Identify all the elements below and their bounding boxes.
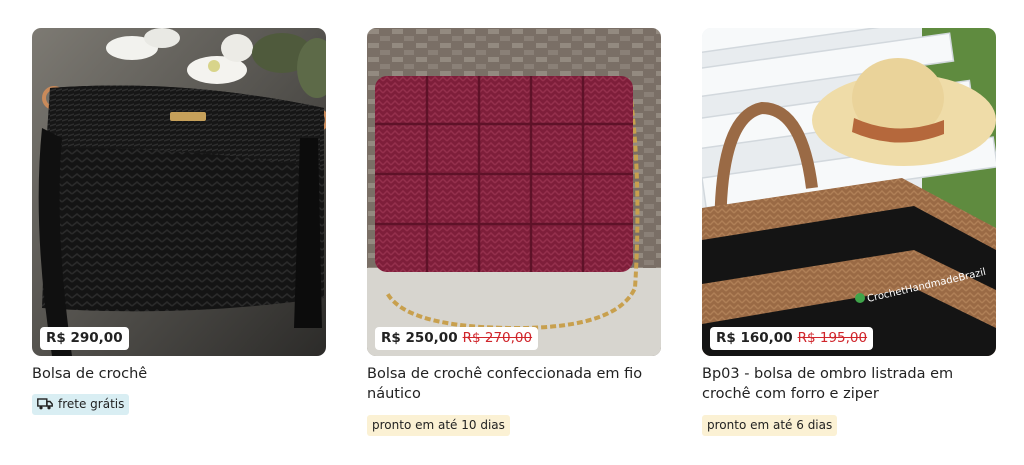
product-image-black-crochet-bag[interactable]: R$ 290,00 (32, 28, 326, 356)
price-tag: R$ 160,00 R$ 195,00 (710, 327, 874, 350)
product-card[interactable]: R$ 250,00 R$ 270,00 Bolsa de crochê conf… (367, 28, 661, 436)
price-tag: R$ 250,00 R$ 270,00 (375, 327, 539, 350)
product-photo (367, 28, 661, 356)
price: R$ 160,00 (716, 330, 793, 346)
price: R$ 250,00 (381, 330, 458, 346)
truck-icon (37, 398, 53, 410)
product-photo: CrochetHandmadeBrazil (702, 28, 996, 356)
product-title[interactable]: Bp03 - bolsa de ombro listrada em crochê… (702, 364, 992, 404)
product-title[interactable]: Bolsa de crochê confeccionada em fio náu… (367, 364, 657, 404)
price-tag: R$ 290,00 (40, 327, 129, 350)
product-image-burgundy-crochet-bag[interactable]: R$ 250,00 R$ 270,00 (367, 28, 661, 356)
price: R$ 290,00 (46, 330, 123, 346)
badge-label: pronto em até 6 dias (707, 418, 833, 432)
product-title[interactable]: Bolsa de crochê (32, 364, 322, 384)
ready-time-badge: pronto em até 10 dias (367, 415, 510, 436)
free-shipping-badge: frete grátis (32, 394, 130, 415)
original-price: R$ 270,00 (462, 330, 533, 346)
product-card[interactable]: CrochetHandmadeBrazil R$ 160,00 R$ 195,0… (702, 28, 996, 436)
product-image-striped-shoulder-bag[interactable]: CrochetHandmadeBrazil R$ 160,00 R$ 195,0… (702, 28, 996, 356)
badge-label: pronto em até 10 dias (372, 418, 505, 432)
product-photo (32, 28, 326, 356)
product-card[interactable]: R$ 290,00 Bolsa de crochê frete grátis (32, 28, 326, 415)
ready-time-badge: pronto em até 6 dias (702, 415, 838, 436)
badge-label: frete grátis (58, 397, 125, 411)
original-price: R$ 195,00 (797, 330, 868, 346)
